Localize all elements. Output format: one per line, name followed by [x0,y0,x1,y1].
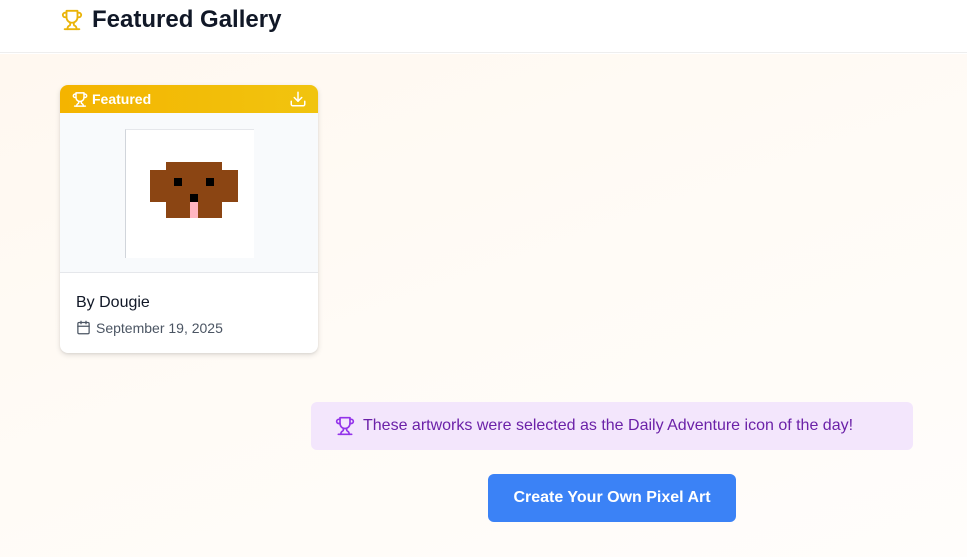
daily-adventure-notice: These artworks were selected as the Dail… [311,402,913,450]
page-header: Featured Gallery [0,0,967,53]
trophy-icon [72,92,88,107]
artwork-author: By Dougie [76,294,150,311]
page-title: Featured Gallery [92,6,282,33]
dog-pixel-art [150,162,238,218]
trophy-icon [335,416,355,436]
notice-text: These artworks were selected as the Dail… [363,417,854,434]
download-icon[interactable] [289,90,307,108]
artwork-preview [60,113,318,273]
trophy-icon [61,9,83,31]
calendar-icon [77,320,90,335]
gallery-card[interactable]: Featured By Dougie September 19, 2025 [60,85,318,353]
featured-badge-label: Featured [92,91,152,107]
artwork-canvas[interactable] [125,129,254,258]
create-pixel-art-button[interactable]: Create Your Own Pixel Art [488,474,736,522]
artwork-date: September 19, 2025 [96,320,223,336]
featured-banner: Featured [60,85,318,113]
